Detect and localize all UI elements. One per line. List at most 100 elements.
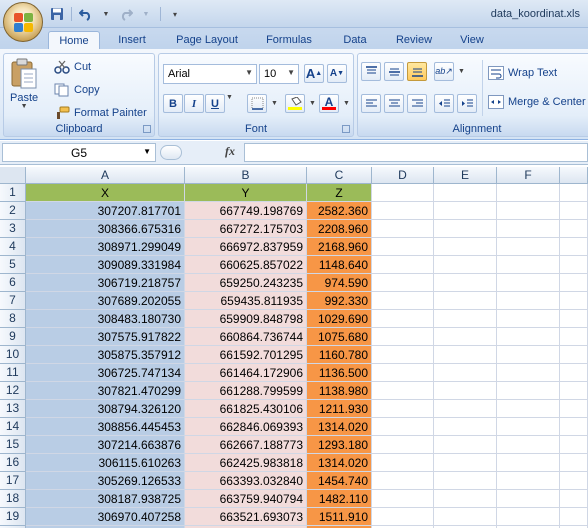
empty-cell[interactable]	[497, 184, 560, 202]
row-header[interactable]: 8	[0, 310, 26, 328]
formula-input[interactable]	[244, 143, 588, 162]
empty-cell[interactable]	[434, 328, 497, 346]
empty-cell[interactable]	[372, 310, 434, 328]
empty-cell[interactable]	[434, 472, 497, 490]
save-button[interactable]	[48, 5, 66, 23]
empty-cell[interactable]	[372, 202, 434, 220]
data-cell[interactable]: 1314.020	[307, 454, 372, 472]
empty-cell[interactable]	[372, 364, 434, 382]
empty-cell[interactable]	[372, 472, 434, 490]
row-header[interactable]: 14	[0, 418, 26, 436]
data-cell[interactable]: 662425.983818	[185, 454, 307, 472]
data-cell[interactable]: 306719.218757	[26, 274, 185, 292]
data-cell[interactable]: 660864.736744	[185, 328, 307, 346]
data-cell[interactable]: 1511.910	[307, 508, 372, 526]
empty-cell[interactable]	[560, 400, 588, 418]
underline-dropdown[interactable]: ▼	[226, 94, 233, 101]
data-cell[interactable]: 308971.299049	[26, 238, 185, 256]
column-header-partial[interactable]	[560, 167, 588, 184]
data-cell[interactable]: 308794.326120	[26, 400, 185, 418]
data-cell[interactable]: 667272.175703	[185, 220, 307, 238]
data-cell[interactable]: 2582.360	[307, 202, 372, 220]
empty-cell[interactable]	[497, 418, 560, 436]
data-cell[interactable]: 307207.817701	[26, 202, 185, 220]
empty-cell[interactable]	[434, 382, 497, 400]
data-cell[interactable]: 309089.331984	[26, 256, 185, 274]
empty-cell[interactable]	[560, 418, 588, 436]
align-right-button[interactable]	[407, 94, 427, 113]
wrap-text-button[interactable]: Wrap Text	[488, 66, 557, 80]
tab-insert[interactable]: Insert	[108, 31, 156, 50]
empty-cell[interactable]	[434, 256, 497, 274]
empty-cell[interactable]	[560, 328, 588, 346]
row-header[interactable]: 17	[0, 472, 26, 490]
empty-cell[interactable]	[560, 364, 588, 382]
empty-cell[interactable]	[560, 508, 588, 526]
copy-button[interactable]: Copy	[54, 83, 100, 97]
row-header[interactable]: 4	[0, 238, 26, 256]
customize-qat-button[interactable]: ▾	[166, 5, 184, 23]
empty-cell[interactable]	[372, 436, 434, 454]
empty-cell[interactable]	[560, 490, 588, 508]
empty-cell[interactable]	[434, 238, 497, 256]
empty-cell[interactable]	[372, 274, 434, 292]
empty-cell[interactable]	[497, 256, 560, 274]
empty-cell[interactable]	[372, 292, 434, 310]
font-name-dropdown[interactable]: Arial ▼	[163, 64, 257, 84]
empty-cell[interactable]	[560, 220, 588, 238]
empty-cell[interactable]	[372, 382, 434, 400]
font-dialog-launcher[interactable]	[342, 125, 350, 133]
empty-cell[interactable]	[372, 418, 434, 436]
row-header[interactable]: 10	[0, 346, 26, 364]
tab-data[interactable]: Data	[334, 31, 376, 50]
data-cell[interactable]: 2208.960	[307, 220, 372, 238]
empty-cell[interactable]	[434, 202, 497, 220]
data-cell[interactable]: 305875.357912	[26, 346, 185, 364]
empty-cell[interactable]	[372, 346, 434, 364]
fill-color-button[interactable]: ▼	[285, 94, 316, 113]
data-cell[interactable]: 662667.188773	[185, 436, 307, 454]
data-cell[interactable]: 306970.407258	[26, 508, 185, 526]
data-cell[interactable]: 662846.069393	[185, 418, 307, 436]
empty-cell[interactable]	[497, 328, 560, 346]
data-cell[interactable]: 308483.180730	[26, 310, 185, 328]
undo-dropdown[interactable]: ▼	[97, 5, 115, 23]
empty-cell[interactable]	[497, 220, 560, 238]
empty-cell[interactable]	[497, 292, 560, 310]
empty-cell[interactable]	[560, 346, 588, 364]
merge-center-button[interactable]: Merge & Center	[488, 95, 586, 109]
header-cell[interactable]: Z	[307, 184, 372, 202]
data-cell[interactable]: 1482.110	[307, 490, 372, 508]
column-header-f[interactable]: F	[497, 167, 560, 184]
insert-function-button[interactable]: fx	[220, 144, 240, 161]
empty-cell[interactable]	[497, 274, 560, 292]
row-header[interactable]: 15	[0, 436, 26, 454]
row-header[interactable]: 3	[0, 220, 26, 238]
align-center-button[interactable]	[384, 94, 404, 113]
empty-cell[interactable]	[497, 310, 560, 328]
row-header[interactable]: 6	[0, 274, 26, 292]
data-cell[interactable]: 667749.198769	[185, 202, 307, 220]
font-color-button[interactable]: A ▼	[319, 94, 350, 113]
undo-button[interactable]	[77, 5, 95, 23]
data-cell[interactable]: 659250.243235	[185, 274, 307, 292]
data-cell[interactable]: 306115.610263	[26, 454, 185, 472]
data-cell[interactable]: 308366.675316	[26, 220, 185, 238]
empty-cell[interactable]	[560, 274, 588, 292]
empty-cell[interactable]	[434, 346, 497, 364]
paste-button[interactable]: Paste ▼	[10, 58, 38, 110]
empty-cell[interactable]	[434, 418, 497, 436]
empty-cell[interactable]	[434, 292, 497, 310]
worksheet-grid[interactable]: A B C D E F 1 X Y Z 2 307207.817701 667749.198769 258…	[0, 167, 588, 528]
data-cell[interactable]: 2168.960	[307, 238, 372, 256]
data-cell[interactable]: 660625.857022	[185, 256, 307, 274]
row-header[interactable]: 13	[0, 400, 26, 418]
empty-cell[interactable]	[497, 346, 560, 364]
data-cell[interactable]: 1314.020	[307, 418, 372, 436]
row-header[interactable]: 16	[0, 454, 26, 472]
data-cell[interactable]: 307575.917822	[26, 328, 185, 346]
empty-cell[interactable]	[372, 184, 434, 202]
empty-cell[interactable]	[497, 364, 560, 382]
empty-cell[interactable]	[560, 472, 588, 490]
data-cell[interactable]: 666972.837959	[185, 238, 307, 256]
